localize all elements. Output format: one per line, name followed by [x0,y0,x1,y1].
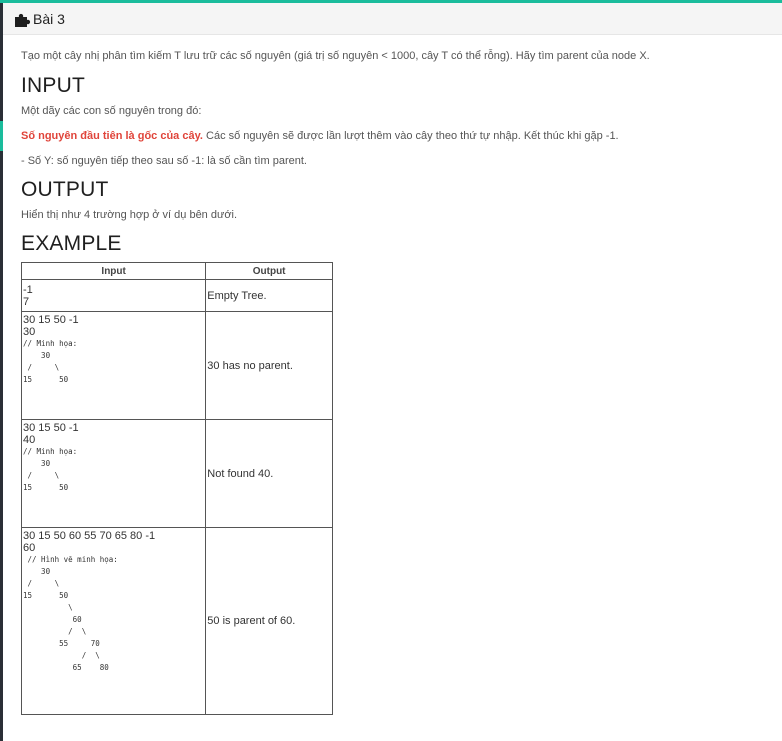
output-cell: 50 is parent of 60. [205,527,333,715]
input-cell: 30 15 50 -1 30 // Minh họa: 30 / \ 15 50 [20,311,207,420]
problem-title: Bài 3 [33,11,65,27]
input-rule-highlight: Số nguyên đầu tiên là gốc của cây. [21,130,203,142]
input-intro: Một dãy các con số nguyên trong đó: [21,105,202,117]
input-line: 40 [23,434,36,446]
input-rule-text: Các số nguyên sẽ được lần lượt thêm vào … [202,130,619,142]
input-heading: INPUT [21,74,85,97]
table-row: 30 15 50 -1 40 // Minh họa: 30 / \ 15 50… [20,419,333,528]
input-y-rule: - Số Y: số nguyên tiếp theo sau số -1: l… [21,155,307,167]
input-line: 30 15 50 -1 [23,314,79,326]
table-row: -1 7 Empty Tree. [20,279,333,312]
problem-header: Bài 3 [3,3,782,35]
example-table: Input Output -1 7 Empty Tree. 30 15 50 -… [20,262,333,715]
input-line: 30 15 50 -1 [23,422,79,434]
input-cell: 30 15 50 -1 40 // Minh họa: 30 / \ 15 50 [20,419,207,528]
input-line: 30 15 50 60 55 70 65 80 -1 [23,530,156,542]
input-rule: Số nguyên đầu tiên là gốc của cây. Các s… [21,130,619,142]
tree-illustration: // Minh họa: 30 / \ 15 50 [23,339,78,384]
column-header-output: Output [205,262,333,280]
input-line: -1 [23,283,33,296]
output-heading: OUTPUT [21,178,109,201]
example-heading: EXAMPLE [21,232,122,255]
tree-illustration: // Minh họa: 30 / \ 15 50 [23,447,78,492]
input-line: 7 [23,295,30,308]
column-header-input: Input [20,262,207,280]
left-sidebar-strip [0,3,3,741]
table-row: 30 15 50 -1 30 // Minh họa: 30 / \ 15 50… [20,311,333,420]
input-cell: -1 7 [20,279,207,312]
table-row: 30 15 50 60 55 70 65 80 -1 60 // Hình vẽ… [20,527,333,715]
input-line: 30 [23,326,36,338]
table-header-row: Input Output [20,262,333,280]
input-cell: 30 15 50 60 55 70 65 80 -1 60 // Hình vẽ… [20,527,207,715]
output-cell: 30 has no parent. [205,311,333,420]
output-cell: Empty Tree. [205,279,333,312]
output-description: Hiển thị như 4 trường hợp ở ví dụ bên dư… [21,209,238,221]
puzzle-icon [15,13,31,27]
output-cell: Not found 40. [205,419,333,528]
tree-illustration: // Hình vẽ minh họa: 30 / \ 15 50 \ 60 /… [23,555,118,672]
input-line: 60 [23,542,36,554]
problem-description: Tạo một cây nhị phân tìm kiếm T lưu trữ … [21,50,650,62]
sidebar-active-marker [0,121,3,151]
